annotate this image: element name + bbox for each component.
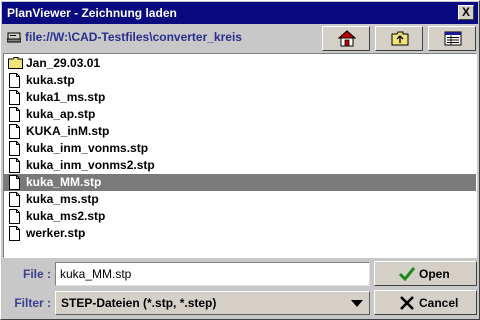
file-row[interactable]: kuka.stp — [4, 72, 476, 89]
file-name: kuka_ms.stp — [26, 192, 99, 206]
file-row[interactable]: KUKA_inM.stp — [4, 123, 476, 140]
file-icon — [9, 175, 20, 190]
file-row[interactable]: kuka1_ms.stp — [4, 89, 476, 106]
file-row[interactable]: kuka_inm_vonms.stp — [4, 140, 476, 157]
file-name: KUKA_inM.stp — [26, 124, 110, 138]
file-name: kuka_inm_vonms2.stp — [26, 158, 155, 172]
file-label: File : — [22, 267, 51, 281]
file-name: Jan_29.03.01 — [26, 56, 101, 70]
file-row[interactable]: kuka_inm_vonms2.stp — [4, 157, 476, 174]
file-icon — [9, 192, 20, 207]
path-bar: file://W:\CAD-Testfiles\converter_kreis — [7, 27, 317, 49]
title-bar[interactable]: PlanViewer - Zeichnung laden X — [2, 2, 478, 24]
cancel-label: Cancel — [419, 296, 459, 310]
file-name: kuka.stp — [26, 73, 75, 87]
cancel-x-icon — [400, 296, 414, 310]
window-title: PlanViewer - Zeichnung laden — [7, 6, 177, 20]
open-button[interactable]: Open — [374, 261, 477, 286]
file-name: kuka1_ms.stp — [26, 90, 106, 104]
open-label: Open — [419, 267, 450, 281]
up-folder-button[interactable] — [375, 26, 423, 51]
file-icon — [9, 107, 20, 122]
folder-up-icon — [391, 31, 409, 46]
file-name: werker.stp — [26, 226, 86, 240]
file-icon — [9, 124, 20, 139]
filter-value: STEP-Dateien (*.stp, *.step) — [61, 296, 217, 310]
file-icon — [9, 158, 20, 173]
file-dialog: PlanViewer - Zeichnung laden X file://W:… — [0, 0, 480, 320]
file-icon — [9, 209, 20, 224]
file-name: kuka_ms2.stp — [26, 209, 106, 223]
home-icon — [338, 30, 356, 47]
close-button[interactable]: X — [458, 5, 474, 20]
file-name: kuka_MM.stp — [26, 175, 102, 189]
filter-label: Filter : — [14, 296, 51, 310]
folder-icon — [8, 57, 23, 69]
chevron-down-icon — [351, 300, 363, 307]
file-row[interactable]: kuka_ms2.stp — [4, 208, 476, 225]
checkmark-icon — [399, 267, 415, 282]
file-row[interactable]: kuka_MM.stp — [4, 174, 476, 191]
folder-row[interactable]: Jan_29.03.01 — [4, 55, 476, 72]
drive-icon — [7, 32, 21, 43]
file-name: kuka_inm_vonms.stp — [26, 141, 149, 155]
file-row[interactable]: kuka_ms.stp — [4, 191, 476, 208]
current-path: file://W:\CAD-Testfiles\converter_kreis — [25, 30, 242, 44]
file-icon — [9, 226, 20, 241]
home-button[interactable] — [322, 26, 370, 51]
file-icon — [9, 141, 20, 156]
details-view-icon — [444, 31, 462, 46]
file-row[interactable]: werker.stp — [4, 225, 476, 242]
file-name: kuka_ap.stp — [26, 107, 96, 121]
file-row[interactable]: kuka_ap.stp — [4, 106, 476, 123]
file-name-input[interactable]: kuka_MM.stp — [55, 262, 370, 286]
file-list[interactable]: Jan_29.03.01 kuka.stp kuka1_ms.stp kuka_ap.… — [3, 53, 477, 258]
filter-dropdown[interactable]: STEP-Dateien (*.stp, *.step) — [55, 291, 370, 315]
file-icon — [9, 73, 20, 88]
cancel-button[interactable]: Cancel — [374, 290, 477, 315]
file-icon — [9, 90, 20, 105]
details-view-button[interactable] — [428, 26, 476, 51]
